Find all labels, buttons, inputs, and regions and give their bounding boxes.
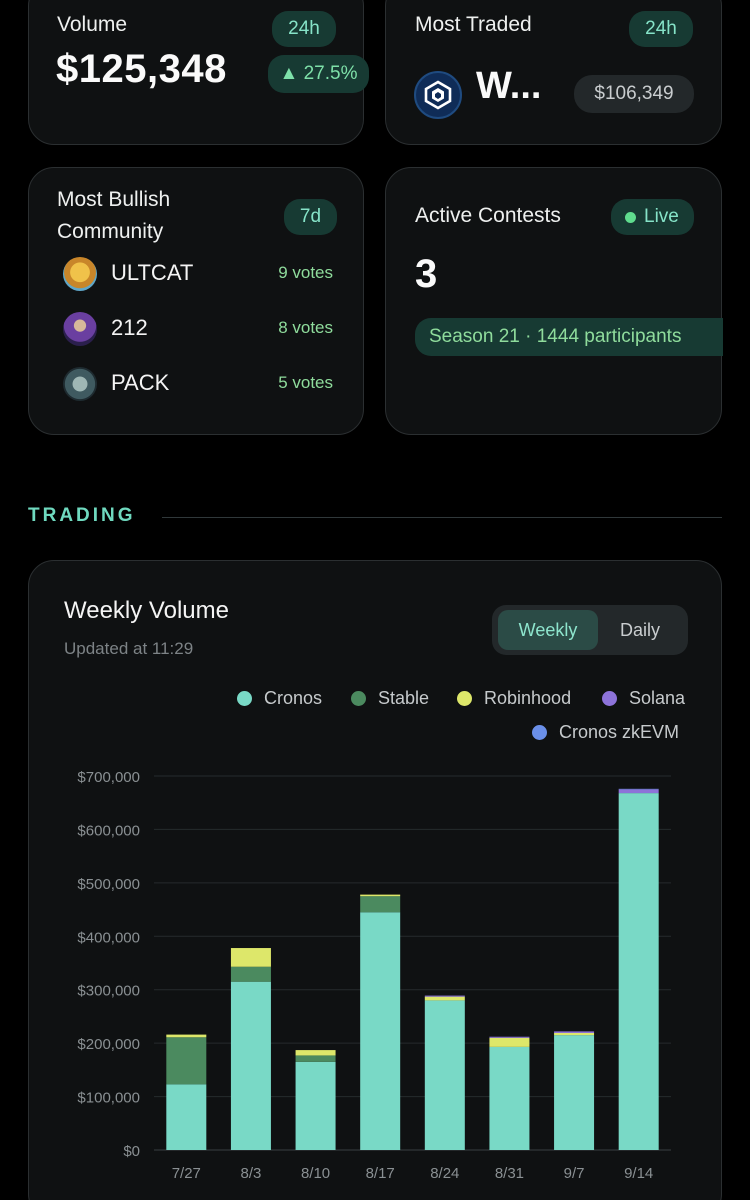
volume-change-badge: ▲ 27.5%: [268, 55, 369, 93]
community-name: 212: [111, 315, 148, 340]
ultcat-avatar: [63, 257, 97, 291]
most-bullish-community-card: Most Bullish Community 7d ULTCAT 9 votes…: [28, 167, 364, 435]
bullish-title: Most Bullish Community: [57, 188, 171, 243]
volume-card: Volume 24h $125,348 ▲ 27.5%: [28, 0, 369, 145]
bar-segment-cronos: [360, 912, 401, 1150]
season-badge: Season 21 · 1444 participants: [415, 318, 723, 356]
bar-segment-solana: [424, 995, 465, 997]
bar-segment-stable: [295, 1055, 336, 1062]
active-contests-card[interactable]: Active Contests Live 3 Season 21 · 1444 …: [385, 167, 723, 435]
bar-segment-robinhood: [295, 1050, 336, 1056]
most-traded-period-badge: 24h: [629, 11, 693, 47]
volume-title: Volume: [57, 13, 128, 36]
x-tick-label: 8/31: [495, 1165, 524, 1182]
weekly-volume-card: Weekly Volume Updated at 11:29 Weekly Da…: [28, 560, 722, 1200]
bar-segment-robinhood: [489, 1037, 530, 1047]
y-tick-label: $700,000: [77, 769, 140, 786]
bar-segment-cronos: [489, 1046, 530, 1150]
bar-segment-cronos: [166, 1084, 207, 1150]
section-divider: [162, 517, 722, 518]
bar-segment-cronos: [618, 793, 659, 1150]
most-traded-symbol: W...: [476, 65, 542, 107]
bar-segment-robinhood: [166, 1034, 207, 1038]
community-name: PACK: [111, 370, 170, 395]
bar-segment-stable: [166, 1037, 207, 1085]
y-tick-label: $0: [123, 1143, 140, 1160]
bar-segment-solana: [618, 789, 659, 794]
live-badge: Live: [611, 199, 694, 235]
x-tick-label: 9/7: [564, 1165, 585, 1182]
community-votes: 9 votes: [278, 263, 333, 282]
bar-segment-stable: [230, 966, 271, 982]
y-tick-label: $400,000: [77, 929, 140, 946]
x-tick-label: 8/17: [366, 1165, 395, 1182]
y-tick-label: $100,000: [77, 1090, 140, 1107]
bar-segment-robinhood: [424, 996, 465, 1001]
weekly-volume-chart: $0 $100,000 $200,000 $300,000 $400,000 $500,0…: [77, 769, 671, 1182]
bar-segment-solana: [554, 1031, 595, 1033]
bar-segment-cronos: [295, 1061, 336, 1150]
x-tick-label: 7/27: [172, 1165, 201, 1182]
bar-segment-solana: [489, 1036, 530, 1038]
most-traded-title: Most Traded: [415, 13, 532, 36]
y-tick-label: $200,000: [77, 1036, 140, 1053]
cronos-logo-icon: [414, 71, 462, 119]
y-tick-label: $300,000: [77, 983, 140, 1000]
y-tick-label: $500,000: [77, 876, 140, 893]
bar-segment-cronos-zkevm: [618, 788, 659, 790]
x-tick-label: 8/3: [241, 1165, 262, 1182]
live-dot-icon: [625, 212, 636, 223]
contests-title: Active Contests: [415, 204, 561, 227]
bar-segment-robinhood: [360, 894, 401, 897]
community-votes: 5 votes: [278, 373, 333, 392]
community-row[interactable]: ULTCAT 9 votes: [63, 257, 333, 293]
bullish-period-badge: 7d: [284, 199, 337, 235]
bar-segment-robinhood: [554, 1032, 595, 1036]
pack-avatar: [63, 367, 97, 401]
most-traded-card[interactable]: Most Traded 24h W... $106,349: [385, 0, 722, 145]
bar-segment-cronos: [554, 1035, 595, 1150]
volume-period-badge: 24h: [272, 11, 336, 47]
volume-amount: $125,348: [56, 47, 227, 91]
section-heading: TRADING: [28, 505, 136, 526]
x-tick-label: 8/24: [430, 1165, 459, 1182]
bar-segment-robinhood: [230, 948, 271, 967]
x-tick-label: 8/10: [301, 1165, 330, 1182]
community-votes: 8 votes: [278, 318, 333, 337]
bar-segment-cronos: [424, 1000, 465, 1150]
x-tick-label: 9/14: [624, 1165, 653, 1182]
212-avatar: [63, 312, 97, 346]
bar-segment-stable: [360, 896, 401, 913]
contests-count: 3: [415, 252, 438, 296]
bar-segment-cronos: [230, 981, 271, 1150]
y-tick-label: $600,000: [77, 822, 140, 839]
community-name: ULTCAT: [111, 260, 194, 285]
community-row[interactable]: PACK 5 votes: [63, 367, 333, 403]
live-label: Live: [644, 206, 679, 227]
most-traded-price-badge: $106,349: [574, 75, 694, 113]
community-row[interactable]: 212 8 votes: [63, 312, 333, 348]
